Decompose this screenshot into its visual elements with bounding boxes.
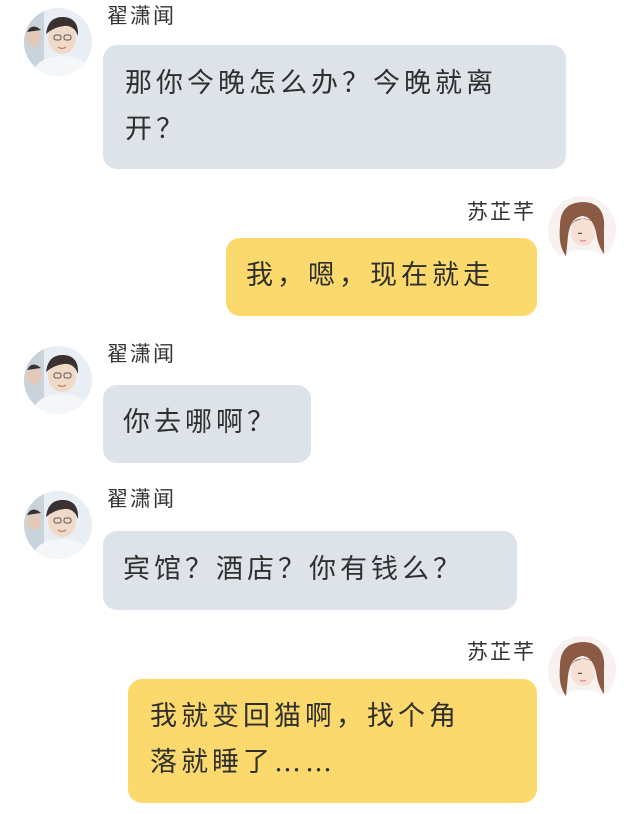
message-bubble[interactable]: 那你今晚怎么办？今晚就离 开？ bbox=[103, 45, 566, 169]
message-text-line: 我，嗯，现在就走 bbox=[246, 260, 494, 291]
sender-name: 苏芷芊 bbox=[467, 640, 536, 664]
message-bubble[interactable]: 你去哪啊？ bbox=[103, 385, 311, 463]
message-row: 苏芷芊 我，嗯，现在就走 bbox=[0, 196, 640, 321]
message-text-line: 我就变回猫啊，找个角 bbox=[150, 701, 460, 732]
male-avatar-icon bbox=[24, 346, 92, 414]
message-text-line: 那你今晚怎么办？今晚就离 bbox=[125, 68, 497, 99]
message-row: 翟潇闻 你去哪啊？ bbox=[0, 342, 640, 466]
male-avatar-icon bbox=[24, 8, 92, 76]
female-avatar-icon bbox=[548, 196, 616, 264]
male-avatar-icon bbox=[24, 491, 92, 559]
message-bubble[interactable]: 我就变回猫啊，找个角 落就睡了…… bbox=[128, 679, 537, 803]
message-text-line: 开？ bbox=[125, 114, 187, 145]
female-avatar-icon bbox=[548, 636, 616, 704]
message-text-line: 你去哪啊？ bbox=[123, 407, 278, 438]
message-row: 翟潇闻 宾馆？酒店？你有钱么？ bbox=[0, 487, 640, 616]
message-bubble[interactable]: 我，嗯，现在就走 bbox=[226, 238, 537, 316]
message-row: 翟潇闻 那你今晚怎么办？今晚就离 开？ bbox=[0, 4, 640, 173]
avatar-male-avatar[interactable] bbox=[24, 491, 92, 559]
message-bubble[interactable]: 宾馆？酒店？你有钱么？ bbox=[103, 531, 517, 610]
message-row: 苏芷芊 我就变回猫啊，找个角 落就睡了…… bbox=[0, 636, 640, 810]
avatar-male-avatar[interactable] bbox=[24, 8, 92, 76]
avatar-female-avatar[interactable] bbox=[548, 196, 616, 264]
sender-name: 翟潇闻 bbox=[107, 4, 176, 28]
sender-name: 苏芷芊 bbox=[467, 200, 536, 224]
chat-thread: 翟潇闻 那你今晚怎么办？今晚就离 开？ 苏芷芊 我，嗯，现在就走 翟潇闻 你去哪… bbox=[0, 0, 640, 814]
message-text-line: 落就睡了…… bbox=[150, 747, 336, 778]
message-text-line: 宾馆？酒店？你有钱么？ bbox=[123, 554, 464, 585]
sender-name: 翟潇闻 bbox=[107, 487, 176, 511]
avatar-female-avatar[interactable] bbox=[548, 636, 616, 704]
avatar-male-avatar[interactable] bbox=[24, 346, 92, 414]
sender-name: 翟潇闻 bbox=[107, 342, 176, 366]
